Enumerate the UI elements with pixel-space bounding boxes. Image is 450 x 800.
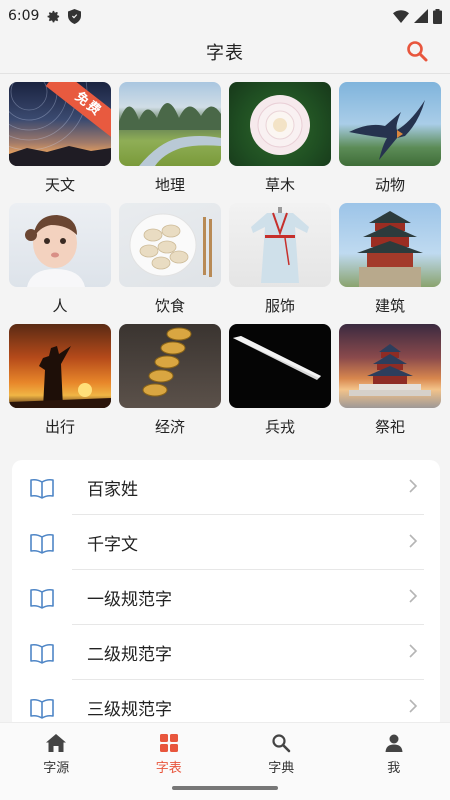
category-label: 天文 [44, 176, 75, 194]
nav-label: 字表 [155, 761, 182, 776]
header-divider [0, 73, 450, 74]
category-architecture[interactable]: 建筑 [335, 203, 445, 316]
home-icon [46, 734, 67, 752]
list-item-qianziwen[interactable]: 千字文 [12, 515, 440, 570]
category-label: 人 [52, 297, 68, 315]
coins-photo [119, 324, 221, 408]
category-clothing[interactable]: 服饰 [225, 203, 335, 316]
chevron-right-icon [409, 644, 418, 658]
dumplings-photo [119, 203, 221, 287]
chevron-right-icon [409, 699, 418, 713]
book-icon [29, 587, 55, 609]
settings-gear-icon [46, 9, 61, 24]
status-time: 6:09 [8, 8, 40, 24]
list-item-level-1[interactable]: 一级规范字 [12, 570, 440, 625]
app-header: 字表 [0, 32, 450, 72]
chevron-right-icon [409, 479, 418, 493]
nav-tab-ziyuan[interactable]: 字源 [0, 723, 113, 800]
list-item-label: 百家姓 [87, 480, 138, 500]
swallow-photo [339, 82, 441, 166]
home-indicator[interactable] [172, 786, 278, 790]
category-label: 地理 [154, 176, 185, 194]
nav-label: 字源 [43, 761, 70, 776]
nav-label: 字典 [268, 761, 295, 776]
shield-icon [68, 8, 82, 24]
person-icon [385, 734, 403, 752]
chevron-right-icon [409, 534, 418, 548]
category-food[interactable]: 饮食 [115, 203, 225, 316]
category-label: 经济 [154, 418, 185, 436]
category-label: 祭祀 [374, 418, 405, 436]
nav-tab-me[interactable]: 我 [338, 723, 450, 800]
list-item-label: 一级规范字 [87, 590, 172, 610]
book-icon [29, 532, 55, 554]
category-economy[interactable]: 经济 [115, 324, 225, 437]
category-astronomy[interactable]: 免费 天文 [5, 82, 115, 195]
list-item-label: 千字文 [87, 535, 138, 555]
signal-icon [414, 9, 428, 23]
karst-river-photo [119, 82, 221, 166]
category-label: 动物 [374, 176, 405, 194]
category-label: 出行 [44, 418, 75, 436]
night-sky-photo: 免费 [9, 82, 111, 166]
status-bar: 6:09 [0, 0, 450, 32]
wifi-icon [393, 9, 409, 23]
baby-photo [9, 203, 111, 287]
category-grid: 免费 天文 地理 草木 动物 人 饮食 服饰 建筑 出行 经济 兵戎 祭祀 [5, 82, 445, 437]
hanfu-photo [229, 203, 331, 287]
sunset-rider-photo [9, 324, 111, 408]
category-sacrifice[interactable]: 祭祀 [335, 324, 445, 437]
chevron-right-icon [409, 589, 418, 603]
sword-photo [229, 324, 331, 408]
list-item-level-2[interactable]: 二级规范字 [12, 625, 440, 680]
list-item-label: 二级规范字 [87, 645, 172, 665]
book-list: 百家姓 千字文 一级规范字 二级规范字 三级规范字 [12, 460, 440, 730]
category-plants[interactable]: 草木 [225, 82, 335, 195]
category-animals[interactable]: 动物 [335, 82, 445, 195]
category-label: 建筑 [374, 297, 405, 315]
list-item-baijiaxing[interactable]: 百家姓 [12, 460, 440, 515]
pavilion-photo [339, 203, 441, 287]
search-icon [407, 41, 428, 62]
nav-label: 我 [387, 761, 401, 776]
category-label: 草木 [264, 176, 295, 194]
grid-icon [159, 734, 178, 752]
category-label: 饮食 [154, 297, 185, 315]
temple-of-heaven-photo [339, 324, 441, 408]
battery-icon [433, 8, 442, 24]
page-title: 字表 [206, 43, 244, 64]
list-item-label: 三级规范字 [87, 700, 172, 720]
category-weapons[interactable]: 兵戎 [225, 324, 335, 437]
category-travel[interactable]: 出行 [5, 324, 115, 437]
dahlia-photo [229, 82, 331, 166]
category-label: 兵戎 [264, 418, 295, 436]
category-label: 服饰 [264, 297, 295, 315]
search-button[interactable] [402, 36, 432, 66]
book-icon [29, 697, 55, 719]
search-icon [272, 734, 291, 753]
category-geography[interactable]: 地理 [115, 82, 225, 195]
category-person[interactable]: 人 [5, 203, 115, 316]
book-icon [29, 477, 55, 499]
book-icon [29, 642, 55, 664]
